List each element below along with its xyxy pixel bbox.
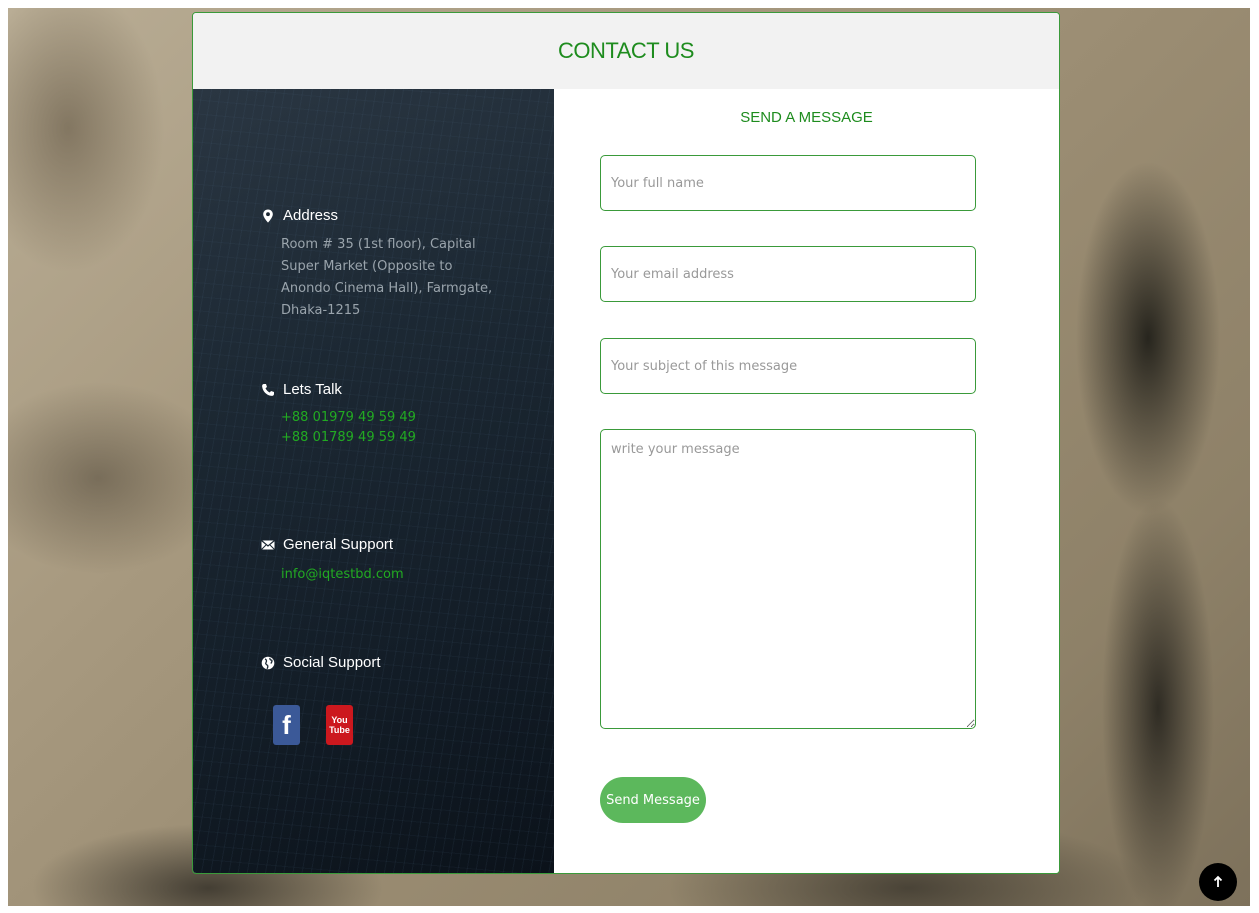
social-block: Social Support — [261, 654, 381, 671]
message-textarea[interactable] — [600, 429, 976, 729]
address-heading: Address — [261, 207, 496, 224]
phone-list: +88 01979 49 59 49 +88 01789 49 59 49 — [261, 408, 416, 448]
envelope-icon — [261, 539, 275, 550]
form-title: SEND A MESSAGE — [740, 109, 873, 126]
address-block: Address Room # 35 (1st floor), Capital S… — [261, 207, 496, 322]
card-header: CONTACT US — [193, 13, 1059, 89]
arrow-up-icon — [1213, 875, 1223, 887]
youtube-icon[interactable]: You Tube — [326, 705, 353, 745]
social-links: f You Tube — [273, 705, 353, 745]
subject-input[interactable] — [600, 338, 976, 394]
send-message-button[interactable]: Send Message — [600, 777, 706, 823]
email-heading: General Support — [261, 536, 404, 553]
phone-block: Lets Talk +88 01979 49 59 49 +88 01789 4… — [261, 381, 416, 448]
address-text: Room # 35 (1st floor), Capital Super Mar… — [281, 237, 493, 318]
scroll-to-top-button[interactable] — [1199, 863, 1237, 901]
email-input[interactable] — [600, 246, 976, 302]
full-name-input[interactable] — [600, 155, 976, 211]
page-title: CONTACT US — [558, 38, 694, 63]
message-form: SEND A MESSAGE Send Message — [554, 89, 1059, 873]
contact-card: CONTACT US Address Room # 35 (1st floor)… — [192, 12, 1060, 874]
social-heading: Social Support — [261, 654, 381, 671]
email-block: General Support info@iqtestbd.com — [261, 536, 404, 585]
phone-number[interactable]: +88 01789 49 59 49 — [281, 428, 416, 448]
globe-icon — [261, 656, 275, 669]
contact-info-panel: Address Room # 35 (1st floor), Capital S… — [193, 89, 554, 873]
phone-icon — [262, 383, 274, 396]
map-marker-icon — [263, 209, 273, 222]
support-email-link[interactable]: info@iqtestbd.com — [281, 565, 404, 585]
phone-heading: Lets Talk — [261, 381, 416, 398]
phone-number[interactable]: +88 01979 49 59 49 — [281, 408, 416, 428]
facebook-icon[interactable]: f — [273, 705, 300, 745]
